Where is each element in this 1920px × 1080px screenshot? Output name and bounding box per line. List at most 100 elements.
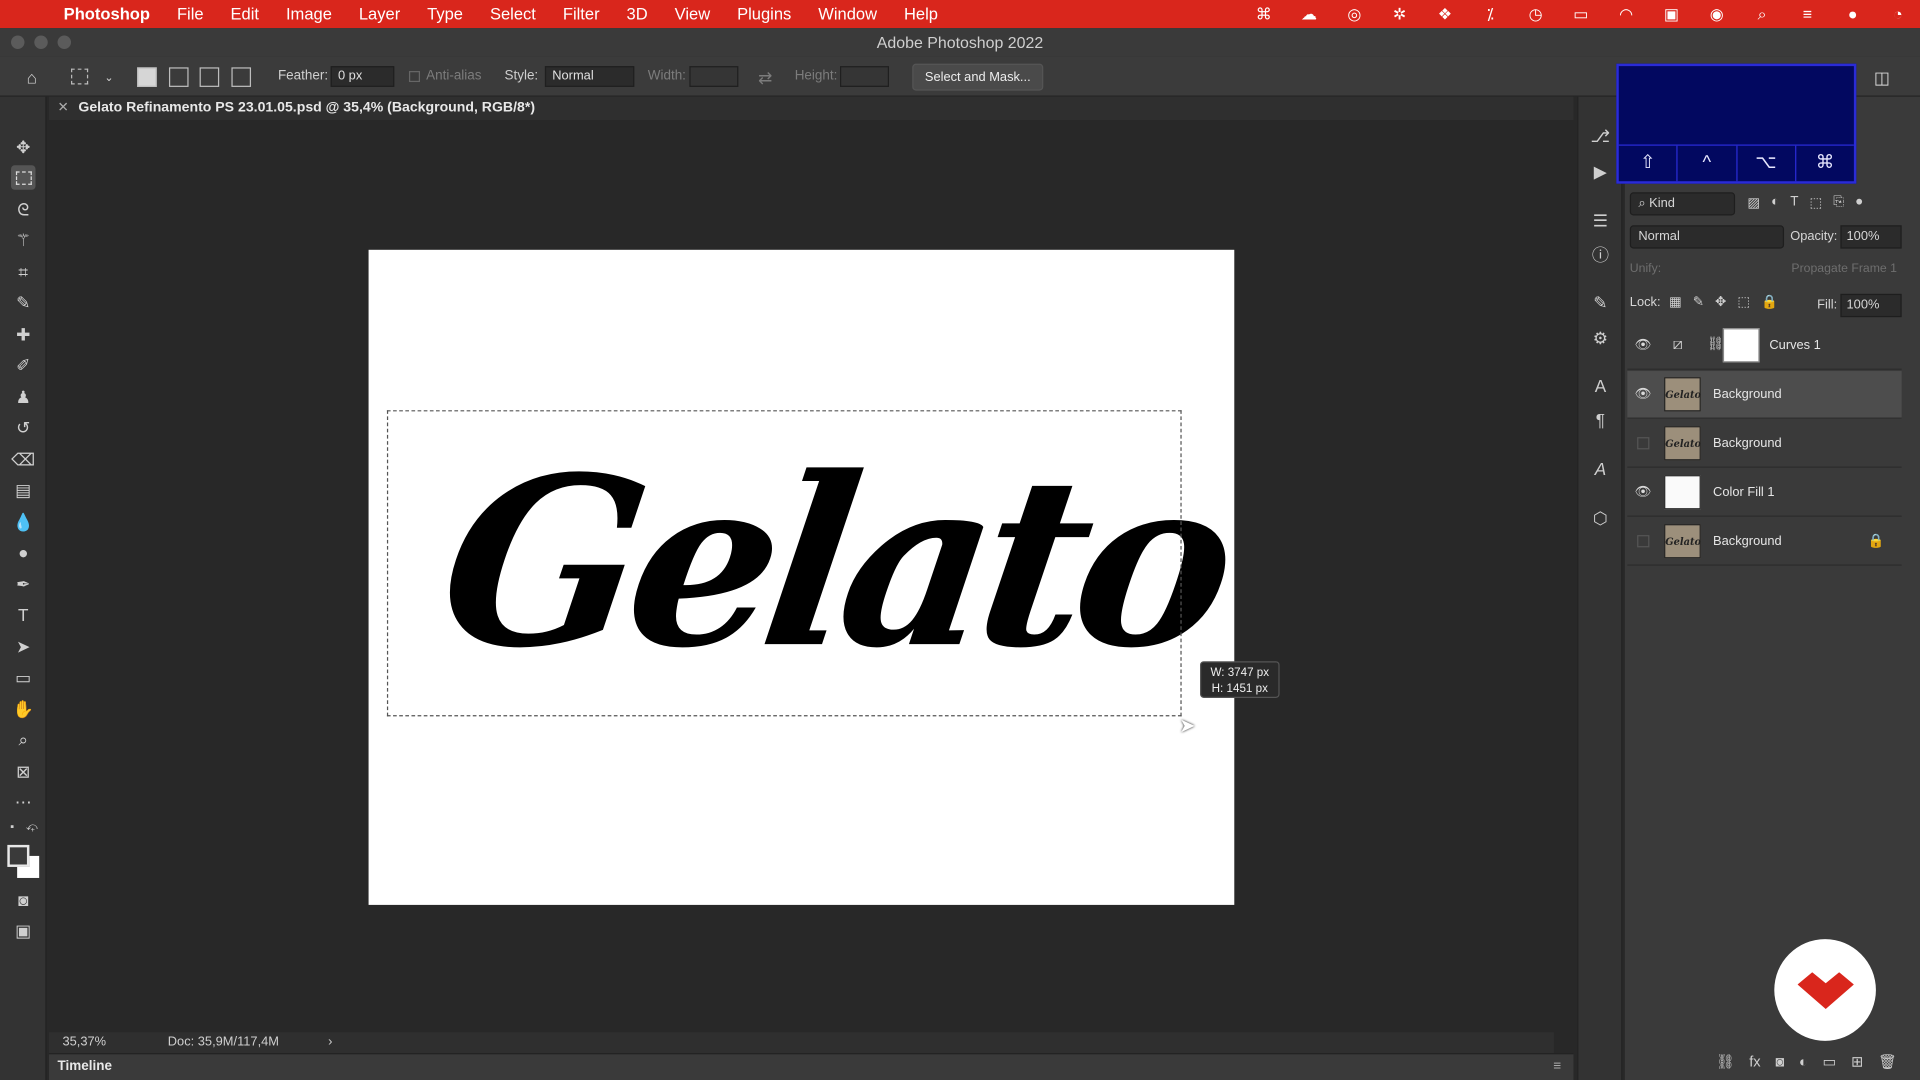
menu-help[interactable]: Help	[891, 5, 952, 23]
timeline-panel[interactable]: Timeline ≡	[48, 1053, 1574, 1080]
propagate-frame-label[interactable]: Propagate Frame 1	[1791, 262, 1897, 275]
menu-view[interactable]: View	[661, 5, 723, 23]
layer-row-background-2[interactable]: Gelato Background	[1627, 420, 1902, 468]
status-menu-arrow[interactable]: ›	[328, 1032, 332, 1053]
foreground-color-swatch[interactable]	[7, 844, 30, 867]
lock-artboard-icon[interactable]: ⬚	[1737, 294, 1750, 310]
workspace-icon[interactable]: ◫	[1871, 66, 1893, 88]
menu-type[interactable]: Type	[414, 5, 477, 23]
delete-layer-icon[interactable]: 🗑	[1878, 1053, 1897, 1075]
layer-row-background-3[interactable]: Gelato Background 🔒	[1627, 518, 1902, 566]
menu-file[interactable]: File	[163, 5, 217, 23]
new-layer-icon[interactable]: ⊞	[1851, 1053, 1863, 1075]
home-icon[interactable]: ⌂	[21, 66, 43, 88]
menu-select[interactable]: Select	[476, 5, 549, 23]
layer-row-color-fill[interactable]: 👁 Color Fill 1	[1627, 469, 1902, 517]
eraser-tool-icon[interactable]: ⌫	[11, 447, 35, 471]
lock-all-icon[interactable]: 🔒	[1761, 294, 1778, 310]
control-center-icon[interactable]: ≡	[1795, 5, 1819, 23]
default-colors-icon[interactable]: ▪	[5, 819, 20, 834]
brush-settings-icon[interactable]: ✎	[1588, 290, 1612, 314]
add-selection-icon[interactable]	[168, 67, 189, 87]
3d-panel-icon[interactable]: ⬡	[1588, 506, 1612, 530]
menu-plugins[interactable]: Plugins	[724, 5, 805, 23]
screen-mode-icon[interactable]: ▣	[11, 918, 35, 942]
select-and-mask-button[interactable]: Select and Mask...	[912, 63, 1044, 91]
layer-name[interactable]: Background	[1713, 436, 1782, 451]
paragraph-panel-icon[interactable]: ¶	[1588, 408, 1612, 432]
info-panel-icon[interactable]: ⓘ	[1588, 242, 1612, 266]
brush-tool-icon[interactable]: ✐	[11, 353, 35, 377]
hand-tool-icon[interactable]: ✋	[11, 697, 35, 721]
document-tab[interactable]: ✕ Gelato Refinamento PS 23.01.05.psd @ 3…	[48, 96, 1574, 121]
height-input[interactable]	[840, 66, 889, 87]
marquee-tool-icon[interactable]	[11, 165, 36, 190]
intersect-selection-icon[interactable]	[231, 67, 252, 87]
menu-edit[interactable]: Edit	[217, 5, 272, 23]
frame-tool-icon[interactable]: ⊠	[11, 759, 35, 783]
layer-row-background-1[interactable]: 👁 Gelato Background	[1627, 371, 1902, 419]
wifi-icon[interactable]: ◠	[1614, 4, 1638, 24]
type-filter-icon[interactable]: T	[1790, 195, 1798, 211]
shape-filter-icon[interactable]: ⬚	[1810, 195, 1823, 211]
lock-position-icon[interactable]: ✥	[1715, 294, 1726, 310]
close-window-button[interactable]	[11, 35, 25, 49]
layer-name[interactable]: Curves 1	[1769, 338, 1820, 353]
menu-3d[interactable]: 3D	[613, 5, 661, 23]
magic-wand-tool-icon[interactable]: ⚚	[11, 228, 35, 252]
layer-name[interactable]: Color Fill 1	[1713, 485, 1774, 500]
width-input[interactable]	[689, 66, 739, 87]
close-tab-icon[interactable]: ✕	[58, 97, 69, 120]
lock-icon[interactable]: 🔒	[1868, 533, 1885, 549]
zoom-level[interactable]: 35,37%	[62, 1032, 106, 1053]
quick-mask-icon[interactable]: ◙	[11, 888, 35, 912]
history-brush-tool-icon[interactable]: ↺	[11, 415, 35, 439]
properties-panel-icon[interactable]: ⚙	[1588, 326, 1612, 350]
swap-colors-icon[interactable]: ⤽	[24, 819, 39, 834]
swap-icon[interactable]: ⇄	[754, 66, 776, 88]
creative-cloud-icon[interactable]: ◎	[1342, 4, 1366, 24]
menu-app[interactable]: Photoshop	[61, 5, 163, 23]
smart-object-filter-icon[interactable]: ⎘	[1833, 195, 1844, 211]
layer-name[interactable]: Background	[1713, 387, 1782, 402]
user-icon[interactable]: ◉	[1704, 4, 1728, 24]
stamp-tool-icon[interactable]: ♟	[11, 384, 35, 408]
display-icon[interactable]: ▣	[1659, 4, 1683, 24]
style-select[interactable]: Normal	[544, 66, 635, 87]
magic-icon[interactable]: ⁒	[1478, 4, 1502, 24]
time-machine-icon[interactable]: ◷	[1523, 4, 1547, 24]
fill-input[interactable]: 100%	[1840, 293, 1902, 318]
lock-transparency-icon[interactable]: ▦	[1669, 294, 1682, 310]
lock-pixels-icon[interactable]: ✎	[1693, 294, 1704, 310]
menu-window[interactable]: Window	[805, 5, 891, 23]
lasso-tool-icon[interactable]: ᘓ	[11, 197, 35, 221]
zoom-window-button[interactable]	[57, 35, 72, 49]
subtract-selection-icon[interactable]	[199, 67, 220, 87]
blur-tool-icon[interactable]: 💧	[11, 509, 35, 533]
marquee-preset-icon[interactable]	[71, 68, 89, 85]
cloud-icon[interactable]: ☁	[1297, 4, 1321, 24]
visibility-toggle[interactable]	[1637, 535, 1650, 548]
opacity-input[interactable]: 100%	[1840, 225, 1902, 249]
crop-tool-icon[interactable]: ⌗	[11, 260, 35, 284]
character-panel-icon[interactable]: A	[1588, 373, 1612, 397]
layer-mask-thumbnail[interactable]	[1722, 328, 1760, 363]
marquee-selection[interactable]	[386, 410, 1182, 717]
battery-icon[interactable]: ▭	[1569, 4, 1593, 24]
kind-filter-select[interactable]: ⌕ Kind	[1629, 192, 1736, 216]
glyphs-panel-icon[interactable]: A	[1588, 457, 1612, 481]
healing-brush-tool-icon[interactable]: ✚	[11, 322, 35, 346]
pen-tool-icon[interactable]: ✒	[11, 572, 35, 596]
move-tool-icon[interactable]: ✥	[11, 135, 35, 159]
dodge-tool-icon[interactable]: ●	[11, 540, 35, 564]
minimize-window-button[interactable]	[34, 35, 48, 49]
adjustment-filter-icon[interactable]: ◐	[1771, 195, 1779, 211]
layer-name[interactable]: Background	[1713, 534, 1782, 549]
rectangle-tool-icon[interactable]: ▭	[11, 665, 35, 689]
gear-icon[interactable]: ✲	[1387, 4, 1411, 24]
timeline-title[interactable]: Timeline	[58, 1059, 112, 1074]
feather-input[interactable]: 0 px	[330, 66, 395, 87]
eye-icon[interactable]: 👁	[1635, 484, 1652, 501]
more-tools-icon[interactable]: ⋯	[11, 790, 35, 814]
menu-image[interactable]: Image	[272, 5, 345, 23]
